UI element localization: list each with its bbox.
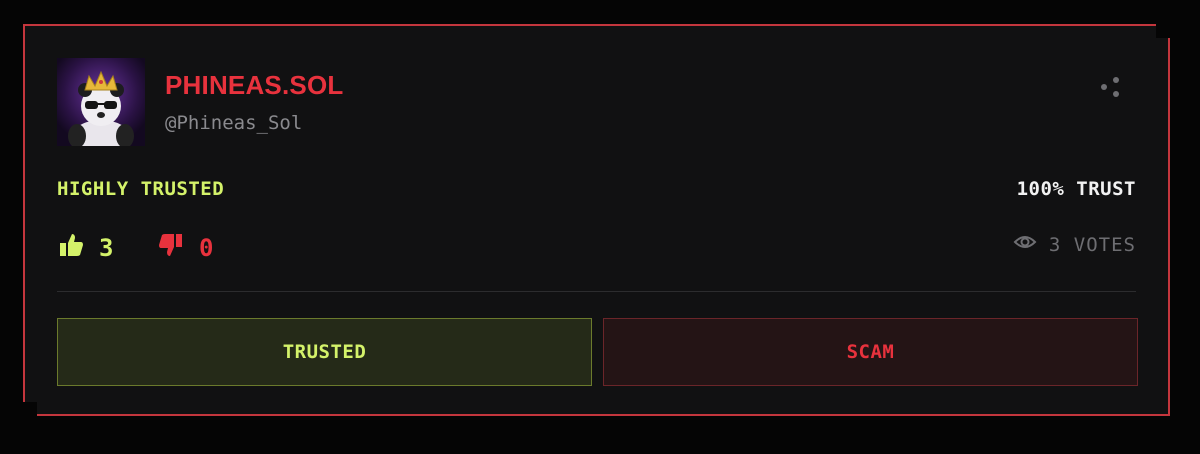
trust-status-label: HIGHLY TRUSTED — [57, 178, 225, 200]
divider — [57, 291, 1136, 292]
thumbs-down-icon — [157, 231, 185, 264]
eye-icon — [1013, 233, 1037, 256]
profile-card: PHINEAS.SOL @Phineas_Sol HIGHLY TRUSTED … — [23, 24, 1170, 416]
panda-avatar-image — [57, 58, 145, 146]
trust-percent: 100% TRUST — [1016, 178, 1136, 200]
card-corner-notch — [23, 402, 37, 416]
card-corner-notch — [1156, 24, 1170, 38]
vote-total: 3 VOTES — [1013, 233, 1136, 256]
avatar — [57, 58, 145, 146]
upvote-button[interactable]: 3 — [57, 231, 113, 264]
downvote-count: 0 — [199, 233, 214, 262]
trusted-button[interactable]: TRUSTED — [57, 318, 592, 386]
upvote-count: 3 — [99, 233, 114, 262]
profile-name: PHINEAS.SOL — [165, 70, 344, 100]
vote-total-label: 3 VOTES — [1048, 233, 1136, 256]
downvote-button[interactable]: 0 — [157, 231, 213, 264]
thumbs-up-icon — [57, 231, 85, 264]
scam-button[interactable]: SCAM — [603, 318, 1138, 386]
profile-handle: @Phineas_Sol — [165, 112, 303, 134]
share-icon[interactable] — [1097, 74, 1123, 100]
